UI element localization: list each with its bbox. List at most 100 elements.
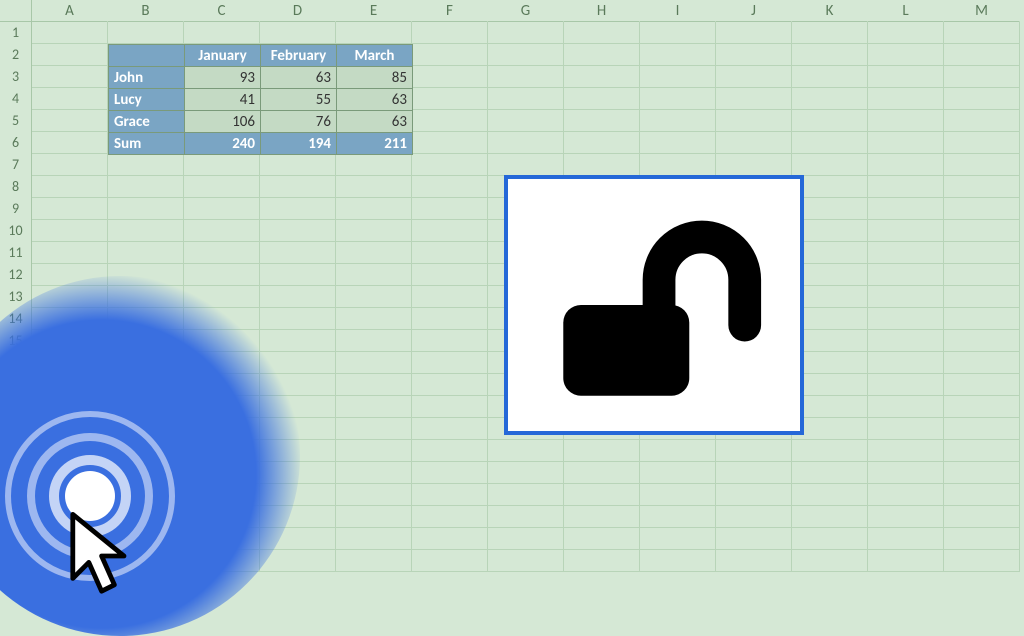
cell[interactable]: [412, 330, 488, 352]
cell[interactable]: [32, 220, 108, 242]
cell[interactable]: [640, 506, 716, 528]
cell[interactable]: [944, 198, 1020, 220]
row-header[interactable]: 3: [0, 66, 32, 88]
cell[interactable]: [868, 308, 944, 330]
table-cell-sum[interactable]: 194: [261, 133, 337, 155]
cell[interactable]: [640, 550, 716, 572]
cell[interactable]: [944, 44, 1020, 66]
cell[interactable]: [488, 132, 564, 154]
cell[interactable]: [640, 132, 716, 154]
cell[interactable]: [412, 440, 488, 462]
cell[interactable]: [260, 286, 336, 308]
table-col-header[interactable]: January: [185, 45, 261, 67]
cell[interactable]: [944, 550, 1020, 572]
cell[interactable]: [412, 308, 488, 330]
table-cell[interactable]: 55: [261, 89, 337, 111]
cell[interactable]: [640, 44, 716, 66]
cell[interactable]: [944, 132, 1020, 154]
col-header[interactable]: A: [32, 0, 108, 22]
table-cell[interactable]: 85: [337, 67, 413, 89]
cell[interactable]: [716, 44, 792, 66]
cell[interactable]: [412, 286, 488, 308]
cell[interactable]: [716, 506, 792, 528]
row-header[interactable]: 2: [0, 44, 32, 66]
cell[interactable]: [564, 506, 640, 528]
cell[interactable]: [32, 176, 108, 198]
cell[interactable]: [944, 374, 1020, 396]
table-cell[interactable]: 106: [185, 111, 261, 133]
cell[interactable]: [640, 66, 716, 88]
cell[interactable]: [944, 330, 1020, 352]
cell[interactable]: [564, 88, 640, 110]
cell[interactable]: [336, 352, 412, 374]
cell[interactable]: [336, 308, 412, 330]
cell[interactable]: [488, 22, 564, 44]
cell[interactable]: [868, 550, 944, 572]
cell[interactable]: [412, 132, 488, 154]
cell[interactable]: [488, 506, 564, 528]
cell[interactable]: [336, 154, 412, 176]
cell[interactable]: [792, 44, 868, 66]
cell[interactable]: [412, 484, 488, 506]
cell[interactable]: [336, 418, 412, 440]
cell[interactable]: [32, 66, 108, 88]
cell[interactable]: [412, 110, 488, 132]
cell[interactable]: [32, 88, 108, 110]
cell[interactable]: [488, 440, 564, 462]
cell[interactable]: [792, 154, 868, 176]
col-header[interactable]: E: [336, 0, 412, 22]
cell[interactable]: [412, 550, 488, 572]
row-header[interactable]: 10: [0, 220, 32, 242]
cell[interactable]: [868, 110, 944, 132]
cell[interactable]: [412, 154, 488, 176]
table-cell[interactable]: 41: [185, 89, 261, 111]
cell[interactable]: [32, 242, 108, 264]
row-header[interactable]: 6: [0, 132, 32, 154]
cell[interactable]: [336, 462, 412, 484]
cell[interactable]: [336, 528, 412, 550]
cell[interactable]: [260, 22, 336, 44]
table-cell[interactable]: 63: [337, 111, 413, 133]
row-header[interactable]: 1: [0, 22, 32, 44]
cell[interactable]: [564, 66, 640, 88]
cell[interactable]: [944, 308, 1020, 330]
cell[interactable]: [32, 44, 108, 66]
cell[interactable]: [944, 286, 1020, 308]
row-header[interactable]: 11: [0, 242, 32, 264]
col-header[interactable]: B: [108, 0, 184, 22]
cell[interactable]: [564, 528, 640, 550]
cell[interactable]: [260, 330, 336, 352]
cell[interactable]: [944, 528, 1020, 550]
cell[interactable]: [868, 396, 944, 418]
cell[interactable]: [944, 154, 1020, 176]
row-header[interactable]: 4: [0, 88, 32, 110]
cell[interactable]: [716, 66, 792, 88]
col-header[interactable]: D: [260, 0, 336, 22]
table-row-header[interactable]: John: [109, 67, 185, 89]
cell[interactable]: [336, 220, 412, 242]
cell[interactable]: [184, 242, 260, 264]
col-header[interactable]: F: [412, 0, 488, 22]
cell[interactable]: [640, 528, 716, 550]
cell[interactable]: [792, 440, 868, 462]
cell[interactable]: [336, 22, 412, 44]
cell[interactable]: [260, 176, 336, 198]
cell[interactable]: [640, 484, 716, 506]
cell[interactable]: [412, 462, 488, 484]
cell[interactable]: [488, 528, 564, 550]
cell[interactable]: [108, 242, 184, 264]
cell[interactable]: [868, 22, 944, 44]
cell[interactable]: [336, 330, 412, 352]
col-header[interactable]: M: [944, 0, 1020, 22]
cell[interactable]: [792, 88, 868, 110]
cell[interactable]: [944, 88, 1020, 110]
cell[interactable]: [488, 110, 564, 132]
cell[interactable]: [868, 286, 944, 308]
cell[interactable]: [868, 66, 944, 88]
cell[interactable]: [260, 242, 336, 264]
cell[interactable]: [184, 220, 260, 242]
cell[interactable]: [260, 154, 336, 176]
cell[interactable]: [868, 198, 944, 220]
cell[interactable]: [716, 440, 792, 462]
cell[interactable]: [792, 462, 868, 484]
